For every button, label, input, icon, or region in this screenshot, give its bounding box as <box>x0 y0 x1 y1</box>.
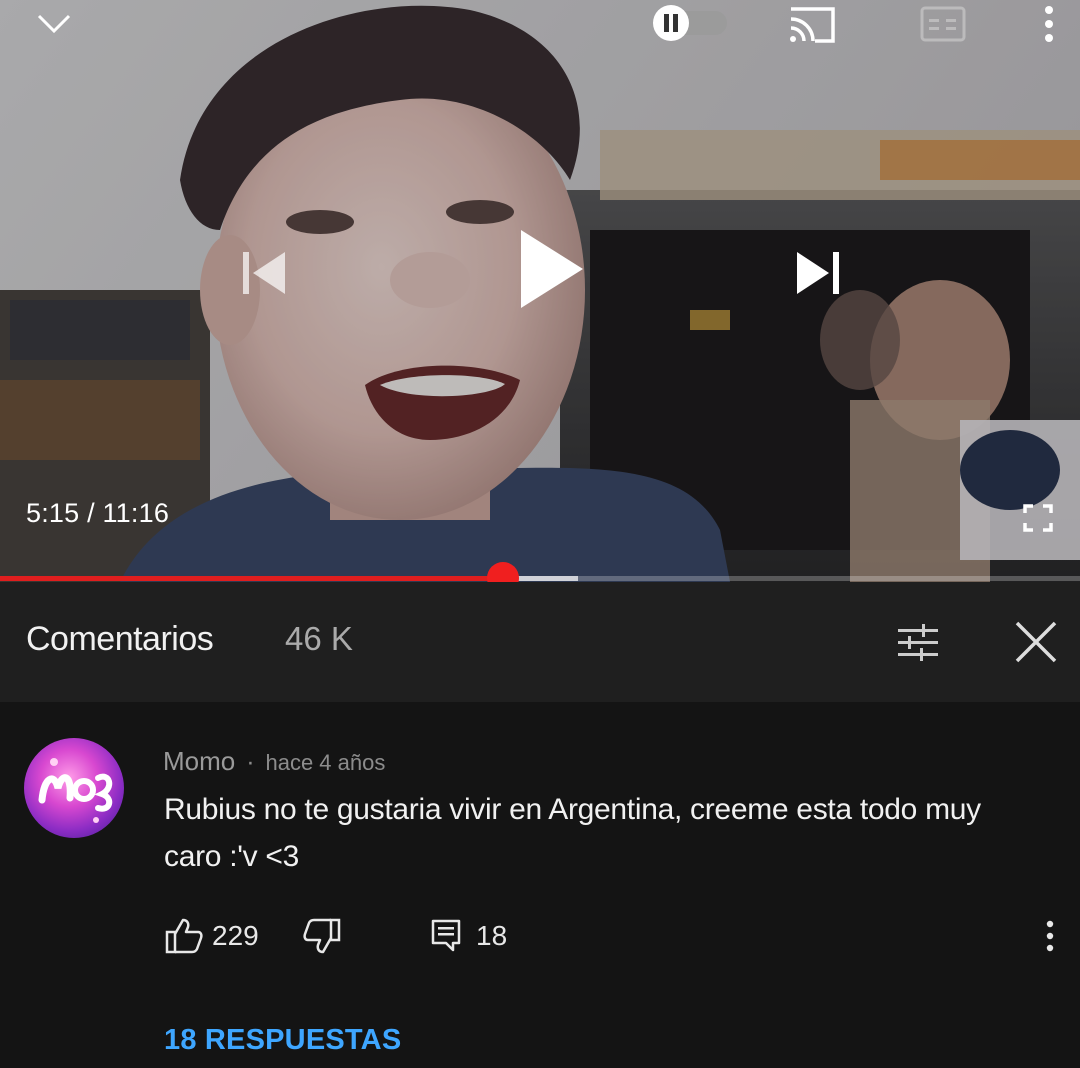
comments-header: Comentarios 46 K <box>0 582 1080 702</box>
progress-played <box>0 576 504 581</box>
comment-more-icon[interactable] <box>1036 916 1064 956</box>
captions-icon[interactable] <box>918 4 968 44</box>
sort-filter-icon[interactable] <box>893 618 943 668</box>
avatar[interactable] <box>24 738 124 838</box>
comment-meta: Momo · hace 4 años <box>163 746 385 777</box>
chevron-down-icon[interactable] <box>34 8 74 40</box>
comment-icon[interactable] <box>430 918 462 954</box>
close-icon[interactable] <box>1010 616 1062 668</box>
view-replies-link[interactable]: 18 RESPUESTAS <box>164 1024 401 1057</box>
time-display: 5:15 / 11:16 <box>26 498 169 529</box>
skip-next-icon[interactable] <box>790 246 846 300</box>
thumb-down-icon[interactable] <box>302 916 342 956</box>
more-vert-icon[interactable] <box>1034 4 1064 44</box>
play-icon[interactable] <box>510 224 590 314</box>
reply-count: 18 <box>476 920 508 951</box>
comments-count: 46 K <box>285 620 353 657</box>
skip-previous-icon[interactable] <box>236 246 292 300</box>
comment-actions: 229 18 <box>164 912 1064 956</box>
cast-icon[interactable] <box>784 2 840 46</box>
time-separator: / <box>87 498 95 528</box>
comment-thread: Momo · hace 4 años Rubius no te gustaria… <box>0 702 1080 1068</box>
autoplay-toggle-icon[interactable] <box>640 2 730 44</box>
progress-bar[interactable] <box>0 562 1080 582</box>
fullscreen-icon[interactable] <box>1018 500 1058 536</box>
like-count: 229 <box>212 920 259 951</box>
thumb-up-icon[interactable] <box>164 916 204 956</box>
comment-author[interactable]: Momo <box>163 746 235 776</box>
duration: 11:16 <box>102 498 170 528</box>
video-player[interactable]: 5:15 / 11:16 <box>0 0 1080 582</box>
current-time: 5:15 <box>26 498 80 528</box>
meta-separator: · <box>246 748 255 776</box>
comment-text: Rubius no te gustaria vivir en Argentina… <box>164 793 981 873</box>
comment-age: hace 4 años <box>265 750 386 775</box>
comments-title: Comentarios <box>26 620 214 658</box>
